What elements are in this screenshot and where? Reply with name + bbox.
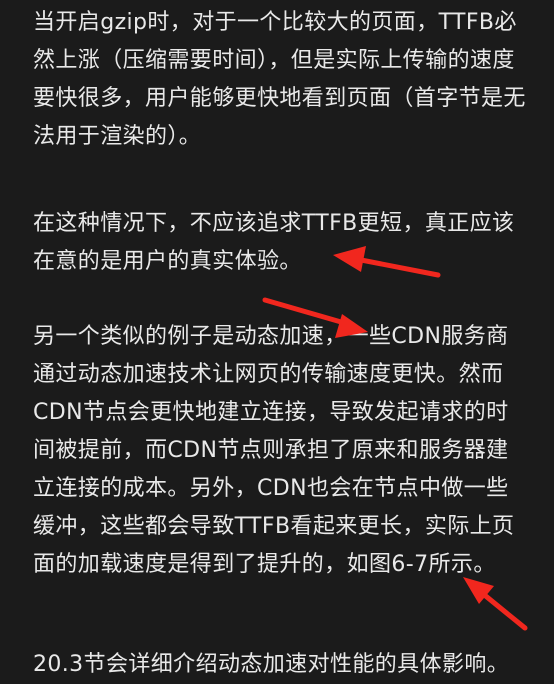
text-line: 要快很多，用户能够更快地看到页面（首字节是无 <box>33 86 526 111</box>
text-line: 缓冲，这些都会导致TTFB看起来更长，实际上页 <box>33 514 515 539</box>
paragraph-dynamic-acceleration: 另一个类似的例子是动态加速，一些CDN服务商 通过动态加速技术让网页的传输速度更… <box>33 318 533 584</box>
text-line: 在意的是用户的真实体验。 <box>33 249 302 274</box>
text-line: 面的加载速度是得到了提升的，如图6-7所示。 <box>33 552 496 577</box>
text-line: 间被提前，而CDN节点则承担了原来和服务器建 <box>33 438 509 463</box>
text-line: 另一个类似的例子是动态加速，一些CDN服务商 <box>33 324 509 349</box>
text-line: 当开启gzip时，对于一个比较大的页面，TTFB必 <box>33 10 517 35</box>
text-line: 法用于渲染的）。 <box>33 124 202 149</box>
arrow-pointing-to-page-load-speed-icon <box>463 577 528 631</box>
text-line: CDN节点会更快地建立连接，导致发起请求的时 <box>33 400 509 425</box>
text-line: 20.3节会详细介绍动态加速对性能的具体影响。 <box>33 652 510 677</box>
text-line: 在这种情况下，不应该追求TTFB更短，真正应该 <box>33 211 515 236</box>
paragraph-section-reference: 20.3节会详细介绍动态加速对性能的具体影响。 <box>33 646 533 684</box>
text-line: 通过动态加速技术让网页的传输速度更快。然而 <box>33 362 504 387</box>
text-line: 然上涨（压缩需要时间），但是实际上传输的速度 <box>33 48 515 73</box>
paragraph-user-experience: 在这种情况下，不应该追求TTFB更短，真正应该 在意的是用户的真实体验。 <box>33 205 533 281</box>
article-body: 当开启gzip时，对于一个比较大的页面，TTFB必 然上涨（压缩需要时间），但是… <box>0 0 554 680</box>
text-line: 立连接的成本。另外，CDN也会在节点中做一些 <box>33 476 509 501</box>
paragraph-gzip-ttfb: 当开启gzip时，对于一个比较大的页面，TTFB必 然上涨（压缩需要时间），但是… <box>33 4 533 156</box>
